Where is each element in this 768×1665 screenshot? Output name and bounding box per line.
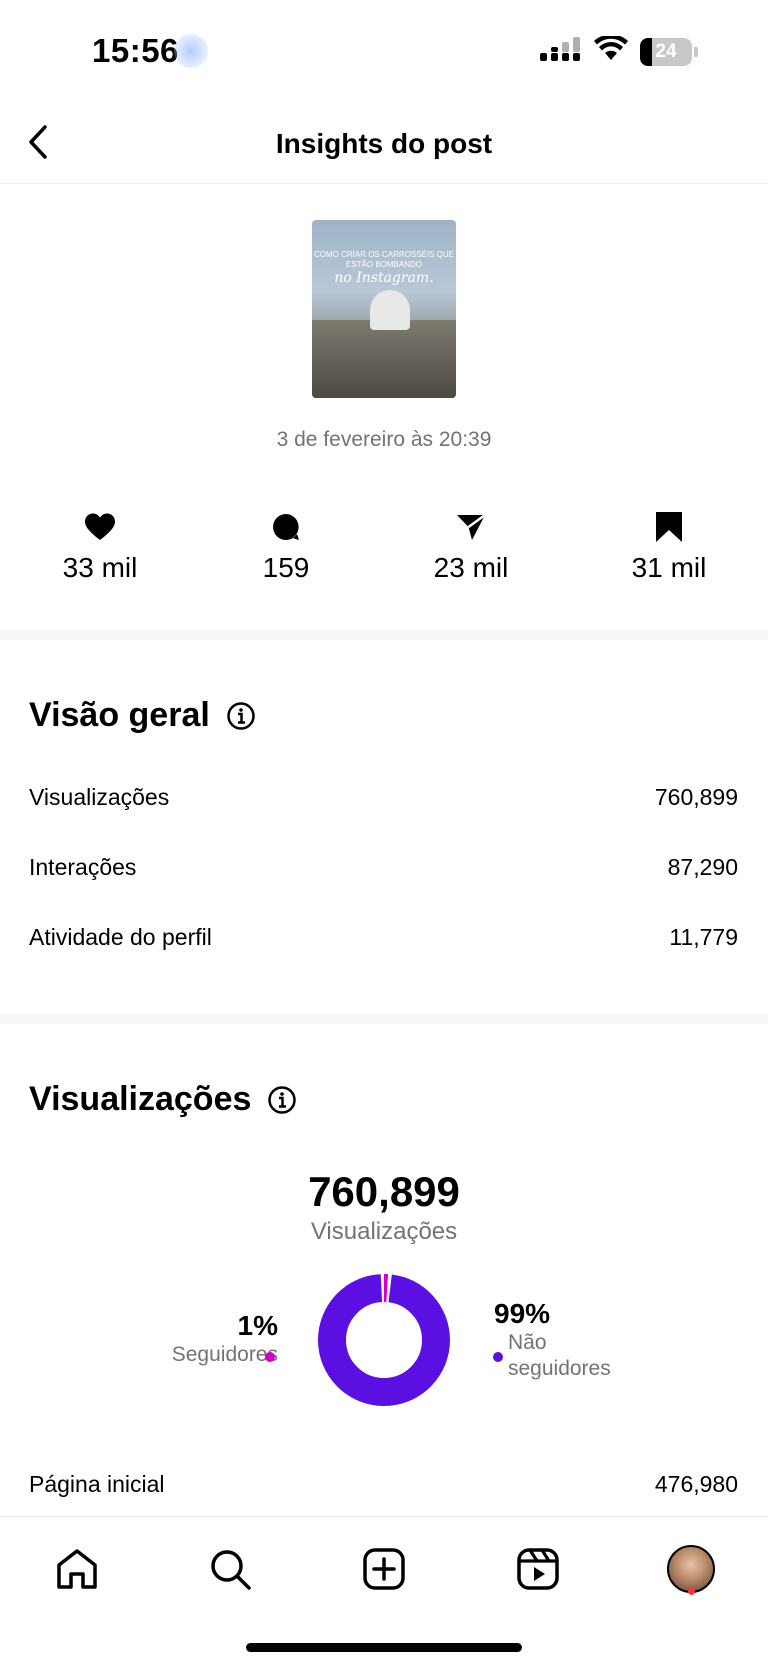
thumbnail-headline: no Instagram. [334,270,434,286]
battery-level: 24 [655,40,677,62]
saves-count: 31 mil [631,552,707,583]
home-indicator [246,1643,522,1652]
non-followers-label-line2: seguidores [508,1357,611,1380]
overview-row[interactable]: Atividade do perfil 11,779 [29,917,738,957]
search-icon [211,1550,251,1590]
section-divider [0,630,768,640]
views-total: 760,899 [308,1168,460,1215]
post-thumbnail[interactable]: COMO CRIAR OS CARROSSÉIS QUE ESTÃO BOMBA… [312,220,456,398]
wifi-icon [594,34,628,67]
overview-title: Visão geral [29,696,256,735]
row-value: 760,899 [654,783,738,810]
dynamic-indicator [174,34,208,68]
comments-count: 159 [262,552,310,583]
row-label: Página inicial [29,1470,165,1497]
audience-donut-chart [318,1274,450,1406]
non-followers-legend-dot [493,1352,503,1362]
stat-shares: 23 mil [401,510,541,584]
followers-legend: 1% Seguidores [172,1310,278,1368]
followers-legend-dot [265,1352,275,1362]
row-label: Interações [29,853,137,880]
stat-saves: 31 mil [599,510,739,584]
reels-icon [517,1548,559,1590]
views-total-label: Visualizações [310,1218,458,1245]
post-stats: 33 mil 159 23 mil 31 mil [0,510,768,590]
notification-dot [688,1588,695,1595]
stat-likes: 33 mil [30,510,170,584]
thumbnail-dome [370,290,410,330]
tab-reels[interactable] [510,1541,566,1597]
profile-avatar [667,1545,715,1593]
comment-icon [273,514,299,540]
views-source-row[interactable]: Página inicial 476,980 [29,1464,738,1504]
overview-row[interactable]: Interações 87,290 [29,847,738,887]
row-value: 87,290 [667,853,738,880]
non-followers-label-line1: Não [508,1331,547,1354]
shares-count: 23 mil [433,552,509,583]
create-icon [363,1548,405,1590]
signal-icon [540,37,582,66]
non-followers-label: Não seguidores [494,1330,611,1382]
row-value: 11,779 [669,923,738,950]
section-divider [0,1014,768,1024]
thumbnail-scene [312,320,456,398]
row-label: Visualizações [29,783,170,810]
views-title: Visualizações [29,1080,297,1119]
battery-icon: 24 [640,37,692,66]
page-title: Insights do post [275,128,493,159]
info-icon[interactable] [267,1085,297,1115]
status-bar: 15:56 24 [0,0,768,100]
non-followers-percent: 99% [494,1298,551,1329]
followers-percent: 1% [237,1310,278,1341]
tab-create[interactable] [356,1541,412,1597]
views-title-text: Visualizações [29,1080,252,1118]
heart-icon [85,513,115,540]
overview-row[interactable]: Visualizações 760,899 [29,777,738,817]
non-followers-legend: 99% Não seguidores [494,1298,611,1382]
row-value: 476,980 [654,1470,738,1497]
share-icon [457,513,486,540]
info-icon[interactable] [226,701,256,731]
likes-count: 33 mil [62,552,138,583]
stat-comments: 159 [216,510,356,584]
bookmark-icon [656,512,682,542]
donut-segment-non-followers [318,1274,450,1406]
post-date: 3 de fevereiro às 20:39 [276,428,492,451]
overview-title-text: Visão geral [29,696,210,734]
thumbnail-caption: COMO CRIAR OS CARROSSÉIS QUE ESTÃO BOMBA… [313,250,455,269]
battery-tip [694,46,698,57]
status-icons: 24 [540,34,698,67]
row-label: Atividade do perfil [29,923,212,950]
tab-search[interactable] [202,1541,258,1597]
home-icon [57,1549,97,1589]
tab-home[interactable] [49,1541,105,1597]
nav-header: Insights do post [0,100,768,184]
followers-label: Seguidores [171,1343,278,1366]
status-time: 15:56 [92,32,179,69]
